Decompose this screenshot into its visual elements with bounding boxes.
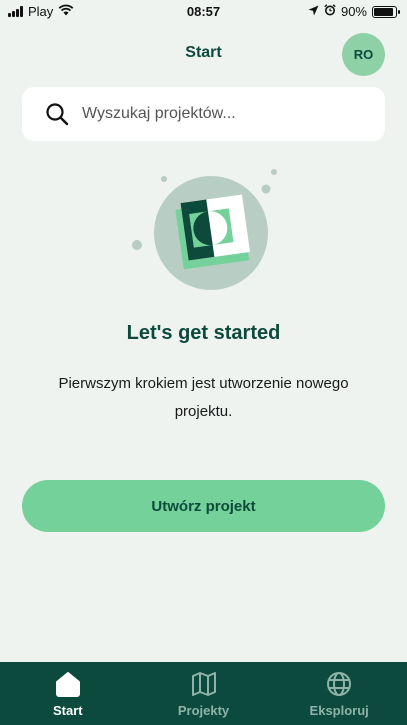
tab-projekty[interactable]: Projekty [136, 662, 272, 725]
map-icon [189, 669, 219, 699]
status-right: 90% [308, 4, 400, 19]
status-bar: Play 08:57 90% [0, 0, 407, 24]
empty-state-title: Let's get started [126, 322, 281, 344]
avatar[interactable]: RO [342, 33, 385, 76]
search-input[interactable] [82, 105, 362, 123]
alarm-icon [324, 4, 336, 19]
tab-eksploruj[interactable]: Eksploruj [271, 662, 407, 725]
empty-state-description: Pierwszym krokiem jest utworzenie nowego… [58, 375, 349, 420]
create-project-button[interactable]: Utwórz projekt [22, 480, 385, 532]
globe-icon [324, 669, 354, 699]
bottom-tab-bar: Start Projekty Eksploruj [0, 662, 407, 725]
battery-icon [372, 5, 400, 18]
empty-state-illustration [125, 165, 285, 295]
search-icon [44, 101, 70, 127]
tab-label: Start [53, 703, 83, 718]
location-arrow-icon [308, 4, 319, 19]
home-icon [53, 669, 83, 699]
battery-percent: 90% [340, 4, 367, 19]
tab-label: Projekty [177, 703, 230, 718]
tab-start[interactable]: Start [0, 662, 136, 725]
tab-label: Eksploruj [309, 703, 369, 718]
search-bar[interactable] [22, 87, 385, 141]
